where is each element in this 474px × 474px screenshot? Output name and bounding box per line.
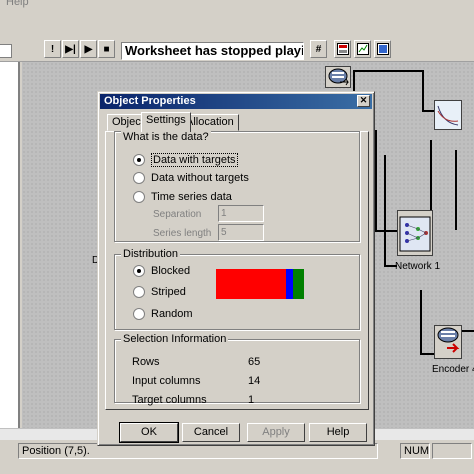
ok-button[interactable]: OK	[119, 422, 179, 443]
radio-data-with-targets[interactable]: Data with targets	[133, 153, 238, 167]
grid-button[interactable]: #	[310, 40, 327, 58]
rows-label: Rows	[132, 356, 160, 368]
status-num: NUM	[400, 443, 430, 459]
radio-label: Striped	[151, 286, 186, 298]
node-chart[interactable]	[434, 100, 462, 130]
distribution-segment	[293, 269, 304, 299]
wire	[422, 70, 424, 110]
stop-button[interactable]: ■	[98, 40, 115, 58]
wire	[420, 290, 422, 355]
selection-info-legend: Selection Information	[121, 333, 229, 345]
input-columns-info: Input columns 14	[132, 375, 312, 387]
distribution-segment	[216, 269, 286, 299]
wire	[430, 140, 432, 220]
wire	[375, 130, 377, 230]
target-columns-label: Target columns	[132, 394, 207, 406]
wire	[375, 230, 397, 232]
radio-button-off[interactable]	[133, 191, 145, 203]
radio-label: Data without targets	[151, 172, 249, 184]
distribution-preview-bar	[216, 269, 304, 299]
view3-icon[interactable]	[374, 40, 391, 58]
menu-bar: Help	[0, 0, 474, 14]
wire	[420, 353, 434, 355]
dialog-titlebar[interactable]: Object Properties ✕	[100, 94, 372, 109]
node-network-1[interactable]	[397, 210, 433, 256]
radio-button-off[interactable]	[133, 308, 145, 320]
distribution-segment	[285, 269, 294, 299]
left-panel[interactable]	[0, 62, 20, 440]
radio-button-on[interactable]	[133, 265, 145, 277]
radio-button-on[interactable]	[133, 154, 145, 166]
tab-settings[interactable]: Settings	[141, 112, 191, 132]
target-columns-info: Target columns 1	[132, 394, 312, 406]
help-button[interactable]: Help	[309, 423, 367, 442]
separation-label: Separation	[153, 209, 202, 220]
radio-random[interactable]: Random	[133, 308, 193, 320]
dialog-title: Object Properties	[104, 95, 196, 107]
wire	[422, 110, 434, 112]
node-network-1-label: Network 1	[395, 261, 441, 272]
node-encoder-4-label: Encoder 4	[432, 364, 474, 375]
distribution-group: Distribution Blocked Striped Random	[114, 248, 360, 330]
radio-label: Blocked	[151, 265, 191, 277]
wire	[353, 70, 423, 72]
status-cell-empty	[432, 443, 472, 459]
radio-button-off[interactable]	[133, 286, 145, 298]
radio-label: Data with targets	[151, 153, 238, 167]
wire	[455, 150, 457, 230]
radio-label: Random	[151, 308, 193, 320]
wire	[384, 155, 386, 267]
settings-panel: What is the data? Data with targets Data…	[105, 131, 369, 410]
step-button[interactable]: ▶|	[62, 40, 79, 58]
series-length-input[interactable]: 5	[218, 224, 264, 241]
menu-help[interactable]: Help	[6, 0, 29, 8]
data-type-legend: What is the data?	[121, 131, 211, 143]
apply-button[interactable]: Apply	[247, 423, 305, 442]
toolbar-left-field[interactable]	[0, 44, 12, 58]
view2-icon[interactable]	[354, 40, 371, 58]
view1-icon[interactable]	[334, 40, 351, 58]
close-icon[interactable]: ✕	[357, 95, 370, 107]
play-button[interactable]: ▶	[80, 40, 97, 58]
worksheet-status: Worksheet has stopped playing	[121, 42, 304, 60]
target-columns-value: 1	[248, 394, 255, 406]
distribution-legend: Distribution	[121, 248, 181, 260]
input-columns-label: Input columns	[132, 375, 201, 387]
cancel-button[interactable]: Cancel	[182, 423, 240, 442]
radio-time-series[interactable]: Time series data	[133, 191, 232, 203]
node-encoder-4[interactable]	[434, 325, 462, 359]
radio-button-off[interactable]	[133, 172, 145, 184]
radio-label: Time series data	[151, 191, 232, 203]
radio-data-without-targets[interactable]: Data without targets	[133, 172, 249, 184]
separation-input[interactable]: 1	[218, 205, 264, 222]
radio-blocked[interactable]: Blocked	[133, 265, 190, 277]
node-data-source[interactable]	[325, 66, 351, 88]
wire	[462, 330, 474, 332]
alert-button[interactable]: !	[44, 40, 61, 58]
input-columns-value: 14	[248, 375, 261, 387]
selection-info-group: Selection Information Rows 65 Input colu…	[114, 333, 360, 406]
radio-striped[interactable]: Striped	[133, 286, 186, 298]
rows-info: Rows 65	[132, 356, 312, 368]
data-type-group: What is the data? Data with targets Data…	[114, 131, 360, 242]
series-length-label: Series length	[153, 228, 212, 239]
rows-value: 65	[248, 356, 261, 368]
object-properties-dialog: Object Properties ✕ Object Settings Allo…	[97, 91, 375, 446]
